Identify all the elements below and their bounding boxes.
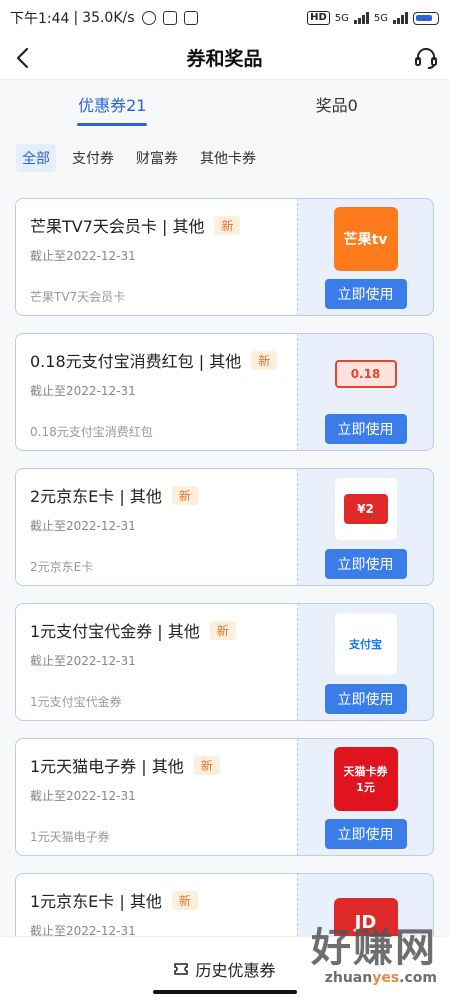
thumb-text: ¥2 xyxy=(357,502,374,516)
new-badge: 新 xyxy=(193,755,220,775)
filter-wealth[interactable]: 财富券 xyxy=(130,144,184,172)
alarm-icon xyxy=(141,11,156,25)
coupon-title-row: 1元天猫电子券 | 其他 新 xyxy=(30,753,283,777)
new-badge: 新 xyxy=(171,890,198,910)
use-now-button[interactable]: 立即使用 xyxy=(324,279,407,309)
thumb-text: 芒果tv xyxy=(343,232,388,248)
red-envelope-shape: ¥2 xyxy=(343,494,388,524)
home-indicator xyxy=(152,990,297,994)
coupon-title-row: 芒果TV7天会员卡 | 其他 新 xyxy=(30,213,283,237)
coupon-action-area: 0.18 立即使用 xyxy=(298,333,434,451)
status-right: HD 5G 5G xyxy=(307,11,439,25)
red-packet-image: 0.18 xyxy=(334,342,398,406)
app-notification-icon xyxy=(162,11,177,25)
filter-all[interactable]: 全部 xyxy=(16,144,56,172)
tab-prizes[interactable]: 奖品0 xyxy=(225,80,449,132)
coupon-card[interactable]: 芒果TV7天会员卡 | 其他 新 截止至2022-12-31 芒果TV7天会员卡… xyxy=(15,198,434,316)
status-bar: 下午1:44 | 35.0K/s HD 5G 5G xyxy=(0,0,449,36)
page-title: 券和奖品 xyxy=(186,48,263,70)
customer-service-headset-icon[interactable] xyxy=(413,45,439,71)
app-notification-icon-2 xyxy=(183,11,198,25)
coupon-title: 1元支付宝代金券 | 其他 xyxy=(30,622,200,641)
coupon-action-area: 支付宝 立即使用 xyxy=(298,603,434,721)
signal-icon xyxy=(353,12,369,24)
coupon-card[interactable]: 0.18元支付宝消费红包 | 其他 新 截止至2022-12-31 0.18元支… xyxy=(15,333,434,451)
thumb-text: 支付宝 xyxy=(349,638,382,651)
watermark-url-c: .com xyxy=(399,970,437,986)
coupon-expiry: 截止至2022-12-31 xyxy=(30,789,136,803)
use-now-button[interactable]: 立即使用 xyxy=(324,414,407,444)
coupon-expiry: 截止至2022-12-31 xyxy=(30,384,136,398)
watermark-url-a: zhuan xyxy=(324,970,373,986)
filter-other-cards[interactable]: 其他卡券 xyxy=(194,144,262,172)
use-now-button[interactable]: 立即使用 xyxy=(324,819,407,849)
history-coupons-label[interactable]: 历史优惠券 xyxy=(195,957,275,981)
use-now-button[interactable]: 立即使用 xyxy=(324,684,407,714)
coupon-title: 1元天猫电子券 | 其他 xyxy=(30,757,184,776)
coupon-card[interactable]: 1元支付宝代金券 | 其他 新 截止至2022-12-31 1元支付宝代金券 支… xyxy=(15,603,434,721)
filter-payment[interactable]: 支付券 xyxy=(66,144,120,172)
watermark: 好赚网 zhuanyes.com xyxy=(311,926,437,986)
coupon-info: 0.18元支付宝消费红包 | 其他 新 截止至2022-12-31 0.18元支… xyxy=(15,333,297,451)
status-divider: | xyxy=(73,10,79,26)
mango-tv-logo: 芒果tv xyxy=(333,207,398,271)
watermark-url-b: yes xyxy=(372,970,400,986)
coupon-expiry: 截止至2022-12-31 xyxy=(30,519,136,533)
red-packet-shape: 0.18 xyxy=(334,360,397,388)
coupon-title-row: 0.18元支付宝消费红包 | 其他 新 xyxy=(30,348,283,372)
coupon-expiry: 截止至2022-12-31 xyxy=(30,249,136,263)
coupon-title: 2元京东E卡 | 其他 xyxy=(30,487,162,506)
coupon-action-area: ¥2 立即使用 xyxy=(298,468,434,586)
coupon-title: 1元京东E卡 | 其他 xyxy=(30,892,162,911)
coupon-list: 芒果TV7天会员卡 | 其他 新 截止至2022-12-31 芒果TV7天会员卡… xyxy=(0,180,449,991)
status-time: 下午1:44 xyxy=(10,11,70,27)
ticket-icon xyxy=(174,962,189,975)
coupon-description: 1元支付宝代金券 xyxy=(30,695,122,709)
coupon-info: 1元支付宝代金券 | 其他 新 截止至2022-12-31 1元支付宝代金券 xyxy=(15,603,297,721)
coupon-title: 芒果TV7天会员卡 | 其他 xyxy=(30,217,205,236)
jd-ecard-image: ¥2 xyxy=(333,477,398,541)
thumb-text: 天猫卡券 1元 xyxy=(343,765,388,794)
back-arrow-icon[interactable] xyxy=(12,46,36,70)
coupon-info: 芒果TV7天会员卡 | 其他 新 截止至2022-12-31 芒果TV7天会员卡 xyxy=(15,198,297,316)
thumb-text: 0.18 xyxy=(350,367,381,381)
coupon-card[interactable]: 1元天猫电子券 | 其他 新 截止至2022-12-31 1元天猫电子券 天猫卡… xyxy=(15,738,434,856)
coupon-prize-tabs: 优惠券21 奖品0 xyxy=(0,80,449,132)
coupon-description: 0.18元支付宝消费红包 xyxy=(30,425,153,439)
new-badge: 新 xyxy=(209,620,236,640)
use-now-button[interactable]: 立即使用 xyxy=(324,549,407,579)
coupon-description: 1元天猫电子券 xyxy=(30,830,110,844)
battery-icon xyxy=(413,11,439,25)
hd-icon: HD xyxy=(307,11,330,25)
alipay-voucher-image: 支付宝 xyxy=(333,612,398,676)
coupon-title-row: 1元京东E卡 | 其他 新 xyxy=(30,888,283,912)
tmall-card-image: 天猫卡券 1元 xyxy=(333,747,398,811)
status-speed: 35.0K/s xyxy=(82,10,135,26)
coupon-title-row: 2元京东E卡 | 其他 新 xyxy=(30,483,283,507)
coupon-description: 芒果TV7天会员卡 xyxy=(30,290,126,304)
filter-chips: 全部 支付券 财富券 其他卡券 xyxy=(0,132,449,180)
new-badge: 新 xyxy=(171,485,198,505)
signal-icon-2 xyxy=(393,12,408,24)
coupon-expiry: 截止至2022-12-31 xyxy=(30,654,136,668)
network-label-1: 5G xyxy=(334,12,349,24)
new-badge: 新 xyxy=(214,215,241,235)
watermark-title: 好赚网 xyxy=(311,925,437,971)
nav-bar: 券和奖品 xyxy=(0,36,449,80)
coupon-info: 1元天猫电子券 | 其他 新 截止至2022-12-31 1元天猫电子券 xyxy=(15,738,297,856)
status-left: 下午1:44 | 35.0K/s xyxy=(10,8,198,28)
coupon-action-area: 天猫卡券 1元 立即使用 xyxy=(298,738,434,856)
new-badge: 新 xyxy=(251,350,278,370)
network-label-2: 5G xyxy=(373,12,388,24)
coupon-title-row: 1元支付宝代金券 | 其他 新 xyxy=(30,618,283,642)
coupon-card[interactable]: 2元京东E卡 | 其他 新 截止至2022-12-31 2元京东E卡 ¥2 立即… xyxy=(15,468,434,586)
coupon-action-area: 芒果tv 立即使用 xyxy=(298,198,434,316)
coupon-title: 0.18元支付宝消费红包 | 其他 xyxy=(30,352,242,371)
tab-coupons[interactable]: 优惠券21 xyxy=(0,80,225,132)
watermark-url: zhuanyes.com xyxy=(311,970,437,986)
coupon-description: 2元京东E卡 xyxy=(30,560,94,574)
coupon-info: 2元京东E卡 | 其他 新 截止至2022-12-31 2元京东E卡 xyxy=(15,468,297,586)
